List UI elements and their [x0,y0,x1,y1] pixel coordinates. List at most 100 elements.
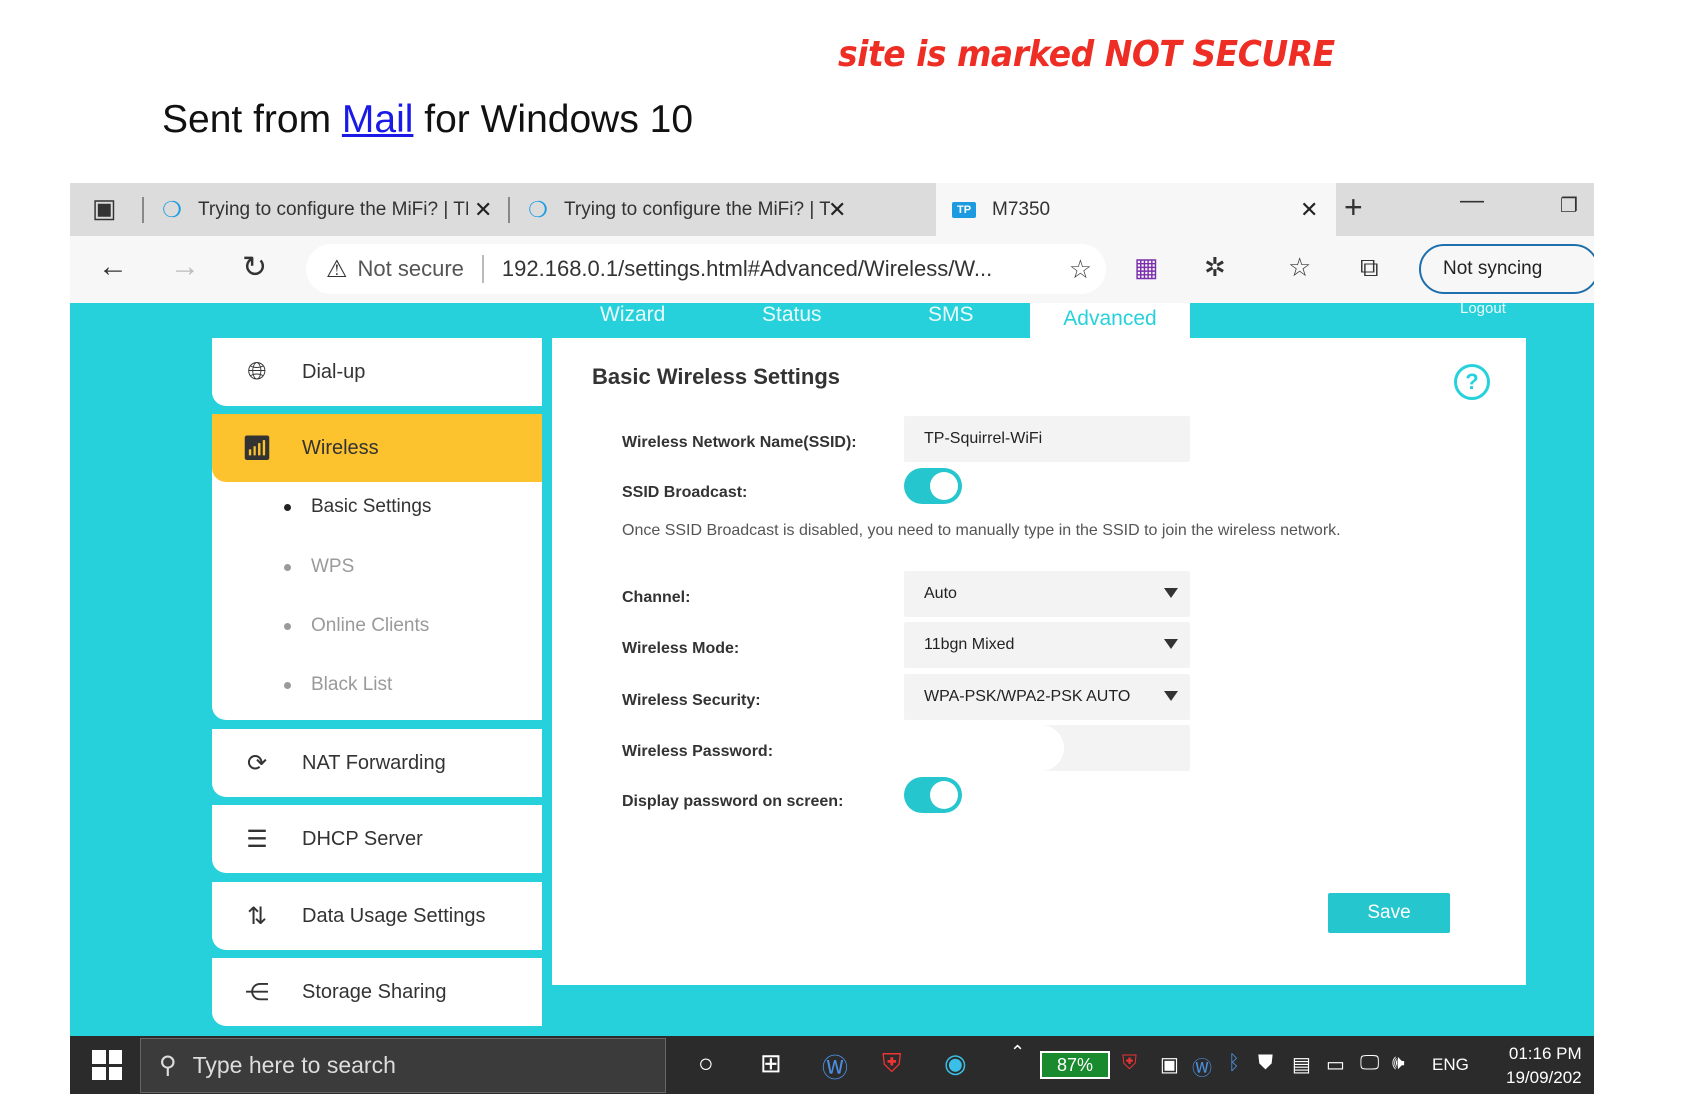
globe-icon: 🌐︎ [247,358,267,385]
close-icon[interactable]: ✕ [1300,197,1318,223]
sidebar-item-nat[interactable]: ⟳ NAT Forwarding [212,729,542,797]
router-nav: Wizard Status SMS Advanced [70,303,1594,338]
sidebar-item-wireless[interactable]: 📶︎ Wireless [212,414,542,482]
bluetooth-icon[interactable]: ᛒ [1228,1052,1240,1075]
tab-actions-icon[interactable]: ▣ [92,193,117,224]
clock[interactable]: 01:16 PM 19/09/202 [1506,1042,1582,1090]
mail-link[interactable]: Mail [342,98,414,141]
battery-percent: 87% [1056,1054,1094,1075]
collections-icon[interactable]: ⧉ [1360,252,1379,284]
clock-date: 19/09/202 [1506,1068,1582,1087]
edge-app-icon[interactable]: ◉ [944,1048,967,1079]
broadcast-label: SSID Broadcast: [622,484,748,501]
security-tray-icon[interactable]: ⛨ [1122,1052,1137,1075]
taskbar-search[interactable]: ⚲ Type here to search [140,1038,666,1093]
up-down-arrows-icon: ⇅ [246,902,268,930]
sub-label: Basic Settings [311,496,432,517]
sub-wps[interactable]: WPS [284,556,354,578]
sidebar-item-data-usage[interactable]: ⇅ Data Usage Settings [212,882,542,950]
dropdown-arrow-icon [1164,639,1178,649]
tab-2[interactable]: ❍ Trying to configure the MiFi? | TP ✕ [516,183,856,236]
tp-logo-icon: TP [952,201,976,218]
meet-icon[interactable]: ▣ [1160,1052,1179,1077]
task-view-icon[interactable]: ⊞ [760,1048,782,1079]
favorites-icon[interactable]: ☆ [1288,252,1311,283]
email-signature: Sent from Mail for Windows 10 [162,98,693,142]
ssid-label: Wireless Network Name(SSID): [622,434,857,451]
data-usage-label: Data Usage Settings [302,904,486,927]
tab-3-active[interactable]: TP M7350 ✕ [936,183,1336,236]
extensions-icon[interactable]: ✲ [1204,252,1226,283]
share-icon: ⋲ [245,978,269,1006]
security-label: Not secure [357,256,464,281]
battery-icon[interactable]: ▭ [1326,1052,1345,1077]
nav-status[interactable]: Status [762,303,822,327]
restore-icon[interactable]: ❐ [1560,193,1578,218]
language-indicator[interactable]: ENG [1432,1055,1469,1075]
help-icon[interactable]: ? [1454,364,1490,400]
minimize-icon[interactable]: — [1460,187,1484,215]
mode-value: 11bgn Mixed [924,636,1015,653]
address-row: ← → ↻ ⚠ Not secure 192.168.0.1/settings.… [70,236,1594,303]
app-tray-icon[interactable]: ▤ [1292,1052,1311,1077]
forward-icon[interactable]: → [170,250,200,284]
cortana-icon[interactable]: ○ [698,1048,714,1079]
wireless-security-select[interactable]: WPA-PSK/WPA2-PSK AUTO [904,674,1190,720]
dropdown-arrow-icon [1164,588,1178,598]
sidebar-item-storage[interactable]: ⋲ Storage Sharing [212,958,542,1026]
nav-advanced[interactable]: Advanced [1030,303,1190,338]
shield-app-icon[interactable]: ⛨ [882,1048,902,1080]
close-icon[interactable]: ✕ [474,197,492,223]
word-app-icon[interactable]: Ⓦ [822,1048,848,1085]
dhcp-label: DHCP Server [302,827,423,850]
sidebar-item-dhcp[interactable]: ☰ DHCP Server [212,805,542,873]
new-tab-button[interactable]: + [1344,189,1363,226]
address-bar[interactable]: ⚠ Not secure 192.168.0.1/settings.html#A… [306,244,1106,294]
onenote-icon[interactable]: ▦ [1134,252,1159,283]
chevron-up-icon[interactable]: ⌃ [1010,1042,1025,1063]
volume-icon[interactable]: 🕪︎ [1392,1052,1405,1075]
nat-label: NAT Forwarding [302,751,446,774]
close-icon[interactable]: ✕ [828,197,846,223]
dropdown-arrow-icon [1164,691,1178,701]
defender-icon[interactable]: ⛊ [1258,1052,1273,1075]
sub-basic-settings[interactable]: Basic Settings [284,496,431,518]
sidebar-item-dialup[interactable]: 🌐︎ Dial-up [212,338,542,406]
back-icon[interactable]: ← [98,250,128,284]
save-button[interactable]: Save [1328,893,1450,933]
ssid-broadcast-toggle[interactable] [904,468,962,504]
tab-2-title: Trying to configure the MiFi? | TP [564,198,830,220]
tp-link-icon: ❍ [162,196,182,222]
password-label: Wireless Password: [622,743,774,760]
sync-button[interactable]: Not syncing [1419,244,1594,294]
wireless-mode-select[interactable]: 11bgn Mixed [904,622,1190,668]
logout-link[interactable]: Logout [1460,300,1506,317]
mode-label: Wireless Mode: [622,640,740,657]
battery-indicator[interactable]: 87% [1040,1051,1110,1079]
display-password-label: Display password on screen: [622,793,844,810]
clock-time: 01:16 PM [1508,1044,1582,1063]
storage-label: Storage Sharing [302,980,447,1003]
search-icon: ⚲ [159,1052,177,1079]
sync-label: Not syncing [1443,258,1543,279]
word-tray-icon[interactable]: Ⓦ [1192,1052,1212,1081]
display-password-toggle[interactable] [904,777,962,813]
network-icon[interactable]: 🖵︎ [1360,1052,1379,1075]
tab-1[interactable]: ❍ Trying to configure the MiFi? | TP ✕ [150,183,506,236]
panel-title: Basic Wireless Settings [592,364,841,389]
wireless-label: Wireless [302,436,379,459]
sub-black-list[interactable]: Black List [284,674,392,696]
nav-wizard[interactable]: Wizard [600,303,665,327]
nav-sms[interactable]: SMS [928,303,974,327]
add-favorite-icon[interactable]: ☆ [1069,254,1092,285]
broadcast-note: Once SSID Broadcast is disabled, you nee… [622,522,1341,539]
sub-online-clients[interactable]: Online Clients [284,615,429,637]
channel-select[interactable]: Auto [904,571,1190,617]
tp-link-icon: ❍ [528,196,548,222]
windows-start-icon[interactable] [92,1050,122,1080]
password-input[interactable] [904,725,1190,771]
url-text: 192.168.0.1/settings.html#Advanced/Wirel… [501,256,993,281]
ssid-input[interactable]: TP-Squirrel-WiFi [904,416,1190,462]
sub-label: WPS [311,556,355,577]
refresh-icon[interactable]: ↻ [242,250,267,285]
